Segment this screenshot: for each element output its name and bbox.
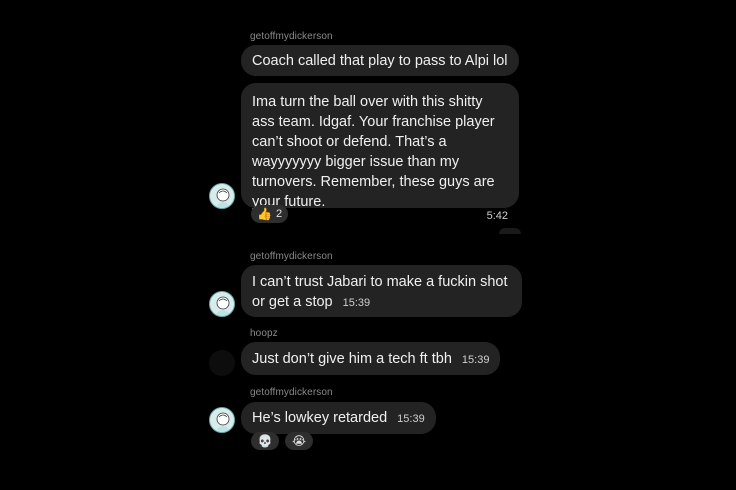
skull-icon: 💀: [257, 434, 273, 448]
message-text: He’s lowkey retarded: [252, 410, 388, 426]
message-bubble[interactable]: Coach called that play to pass to Alpi l…: [241, 45, 519, 76]
message-text: Coach called that play to pass to Alpi l…: [252, 53, 508, 69]
avatar-face-icon: [216, 412, 230, 432]
sender-name: hoopz: [250, 328, 278, 339]
sender-name: getoffmydickerson: [250, 31, 333, 42]
avatar[interactable]: [209, 291, 235, 317]
hidden-reaction: [499, 228, 521, 234]
thumbs-up-icon: 👍: [257, 207, 272, 221]
message-bubble[interactable]: He’s lowkey retarded 15:39: [241, 402, 436, 434]
reaction-crying[interactable]: 😭: [285, 432, 313, 450]
message-text: I can’t trust Jabari to make a fuckin sh…: [252, 274, 508, 310]
avatar[interactable]: [209, 407, 235, 433]
reaction-thumbs-up[interactable]: 👍 2: [251, 205, 289, 223]
message-time: 15:39: [461, 354, 490, 366]
avatar[interactable]: [209, 350, 235, 376]
message-time: 15:39: [397, 413, 425, 425]
reaction-skull[interactable]: 💀: [251, 432, 279, 450]
message-time: 15:39: [342, 297, 371, 309]
reaction-count: 2: [275, 208, 283, 220]
message-text: Just don’t give him a tech ft tbh: [252, 351, 452, 367]
avatar-face-icon: [216, 188, 230, 208]
avatar-face-icon: [216, 296, 230, 316]
message-time: 5:42: [486, 210, 508, 222]
crying-face-icon: 😭: [291, 434, 307, 448]
message-bubble[interactable]: Just don’t give him a tech ft tbh 15:39: [241, 342, 501, 375]
message-bubble[interactable]: I can’t trust Jabari to make a fuckin sh…: [241, 265, 522, 317]
message-text: Ima turn the ball over with this shitty …: [252, 94, 495, 210]
message-bubble[interactable]: Ima turn the ball over with this shitty …: [241, 83, 519, 222]
sender-name: getoffmydickerson: [250, 251, 333, 262]
avatar[interactable]: [209, 183, 235, 209]
sender-name: getoffmydickerson: [250, 387, 333, 398]
